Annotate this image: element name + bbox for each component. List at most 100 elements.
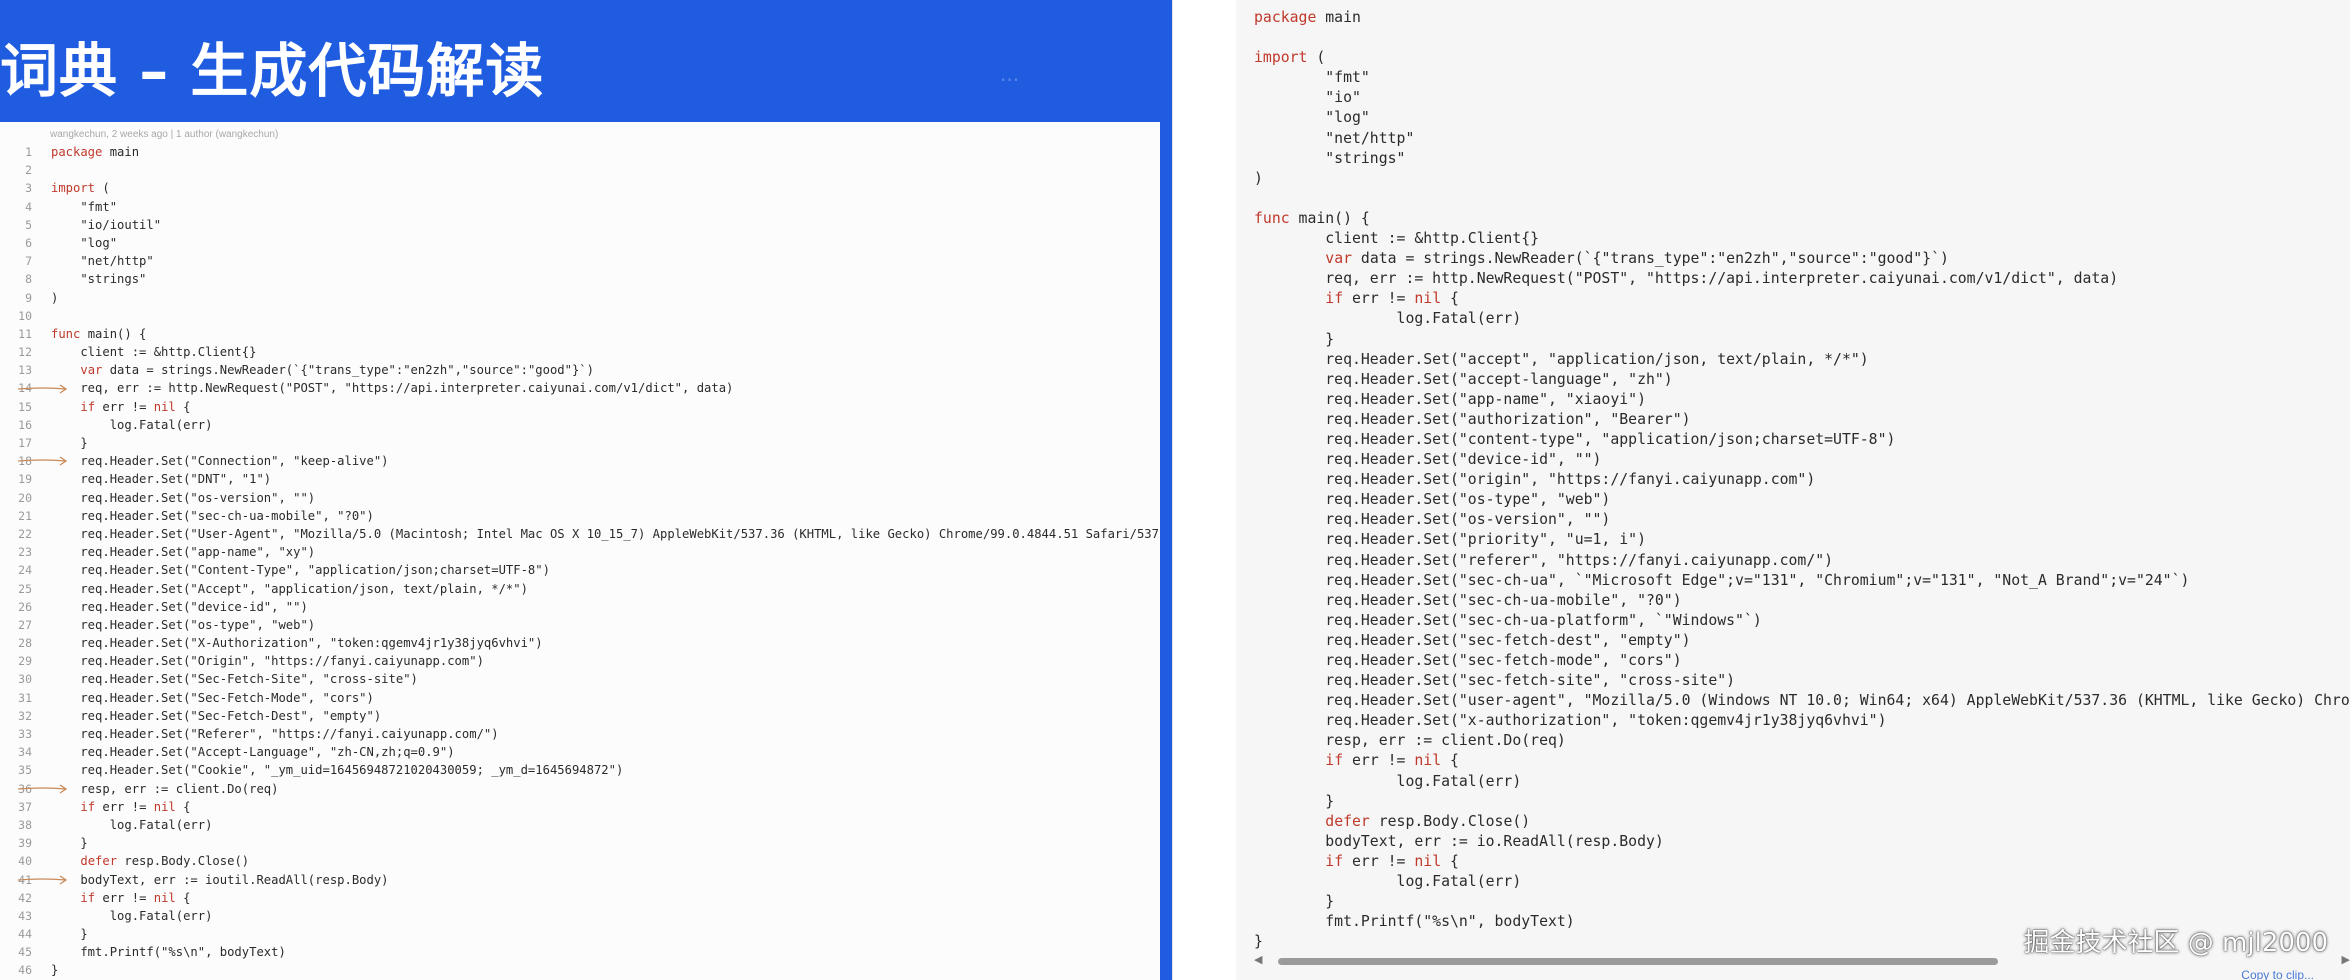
line-number: 38 bbox=[18, 817, 32, 832]
code-text: "fmt" bbox=[51, 199, 118, 214]
code-view-line: "io" bbox=[1254, 89, 1361, 107]
code-text: req.Header.Set("Referer", "https://fanyi… bbox=[51, 727, 499, 741]
slide-code-line: 4 "fmt" bbox=[0, 198, 1160, 216]
code-text: req.Header.Set("sec-ch-ua-mobile", "?0") bbox=[51, 508, 374, 523]
code-text: client := &http.Client{} bbox=[51, 345, 257, 360]
slide-code-line: 1 package main bbox=[0, 143, 1160, 161]
slide-code-line: 26 req.Header.Set("device-id", "") bbox=[0, 598, 1160, 616]
code-view-line: if err != nil { bbox=[1325, 852, 1459, 870]
slide-code-line: 3 import ( bbox=[0, 179, 1160, 197]
code-text: req.Header.Set("DNT", "1") bbox=[51, 472, 272, 487]
code-keyword: if bbox=[80, 890, 96, 905]
copy-link[interactable]: Copy to clip... bbox=[2241, 968, 2314, 980]
code-text: req.Header.Set("Accept-Language", "zh-CN… bbox=[51, 745, 455, 760]
slide-code-line: 6 "log" bbox=[0, 234, 1160, 252]
line-number: 6 bbox=[25, 235, 32, 250]
code-keyword: defer bbox=[80, 854, 118, 869]
git-blame-annotation: wangkechun, 2 weeks ago | 1 author (wang… bbox=[50, 129, 279, 140]
line-number: 45 bbox=[18, 945, 32, 960]
line-number: 11 bbox=[18, 326, 32, 341]
code-text: log.Fatal(err) bbox=[51, 817, 213, 832]
code-view-line: req.Header.Set("app-name", "xiaoyi") bbox=[1254, 390, 1646, 408]
code-view-line: client := &http.Client{} bbox=[1254, 230, 1540, 248]
line-number: 24 bbox=[18, 563, 32, 578]
code-text: } bbox=[51, 836, 88, 851]
slide-code-line: 27 req.Header.Set("os-type", "web") bbox=[0, 616, 1160, 634]
line-number: 37 bbox=[18, 799, 32, 814]
code-view-line: package main bbox=[1254, 9, 1361, 26]
code-keyword: if bbox=[1325, 852, 1344, 870]
code-text: import ( bbox=[51, 181, 110, 196]
code-keyword: nil bbox=[1414, 852, 1442, 870]
code-keyword: func bbox=[1254, 209, 1290, 227]
slide-code-line: 28 req.Header.Set("X-Authorization", "to… bbox=[0, 634, 1160, 652]
code-view-line: } bbox=[1254, 330, 1335, 348]
slide-code-line: 12 client := &http.Client{} bbox=[0, 343, 1160, 361]
code-text: req.Header.Set("X-Authorization", "token… bbox=[51, 636, 543, 651]
annotation-arrow-icon bbox=[18, 456, 68, 466]
annotation-arrow-icon bbox=[18, 384, 68, 394]
line-number: 19 bbox=[18, 472, 32, 487]
code-view-line: import ( bbox=[1254, 49, 1326, 67]
line-number: 9 bbox=[25, 290, 32, 305]
slide-code-line: 17 } bbox=[0, 434, 1160, 452]
slide-code-line: 22 req.Header.Set("User-Agent", "Mozilla… bbox=[0, 525, 1160, 543]
slide-code-line: 43 log.Fatal(err) bbox=[0, 907, 1160, 925]
scroll-left-icon[interactable]: ◀ bbox=[1254, 953, 1262, 966]
code-keyword: nil bbox=[1414, 752, 1442, 770]
code-keyword: import bbox=[1254, 49, 1308, 67]
code-text: func main() { bbox=[51, 326, 147, 341]
slide-code-line: 21 req.Header.Set("sec-ch-ua-mobile", "?… bbox=[0, 507, 1160, 525]
slide-code-line: 33 req.Header.Set("Referer", "https://fa… bbox=[0, 725, 1160, 743]
slide-title: 词典 – 生成代码解读 bbox=[0, 37, 545, 105]
code-view-panel: package main import ( "fmt" "io" "log" "… bbox=[1236, 0, 2350, 980]
code-view-line: if err != nil { bbox=[1325, 752, 1459, 770]
code-text: req.Header.Set("Origin", "https://fanyi.… bbox=[51, 654, 484, 669]
code-keyword: package bbox=[51, 145, 103, 159]
code-view-line: log.Fatal(err) bbox=[1254, 310, 1522, 328]
line-number: 4 bbox=[25, 199, 32, 214]
code-keyword: package bbox=[1254, 9, 1317, 26]
line-number: 32 bbox=[18, 708, 32, 723]
code-text: "strings" bbox=[51, 272, 147, 287]
slide-code-line: 37 if err != nil { bbox=[0, 798, 1160, 816]
code-text: req.Header.Set("Sec-Fetch-Dest", "empty"… bbox=[51, 708, 382, 723]
code-view-line: func main() { bbox=[1254, 209, 1370, 227]
code-text: req.Header.Set("Sec-Fetch-Site", "cross-… bbox=[51, 672, 418, 687]
code-view-line: req.Header.Set("sec-fetch-dest", "empty"… bbox=[1254, 631, 1691, 649]
line-number: 8 bbox=[25, 272, 32, 287]
line-number: 33 bbox=[18, 727, 32, 741]
slide-code-editor: wangkechun, 2 weeks ago | 1 author (wang… bbox=[0, 122, 1160, 980]
line-number: 16 bbox=[18, 417, 32, 432]
code-view-line: "strings" bbox=[1254, 149, 1406, 167]
line-number: 3 bbox=[25, 181, 32, 196]
code-view-line bbox=[1254, 189, 2350, 209]
line-number: 13 bbox=[18, 363, 32, 378]
code-view-line: req.Header.Set("os-version", "") bbox=[1254, 511, 1611, 529]
code-view-line: req.Header.Set("sec-fetch-mode", "cors") bbox=[1254, 652, 1682, 669]
code-text: } bbox=[51, 927, 88, 942]
slide-code-line: 31 req.Header.Set("Sec-Fetch-Mode", "cor… bbox=[0, 689, 1160, 707]
line-number: 27 bbox=[18, 617, 32, 632]
line-number: 5 bbox=[25, 217, 32, 232]
slide-code-line: 38 log.Fatal(err) bbox=[0, 816, 1160, 834]
code-text: log.Fatal(err) bbox=[51, 908, 213, 923]
code-text: req.Header.Set("User-Agent", "Mozilla/5.… bbox=[51, 526, 1160, 541]
code-view-line: } bbox=[1254, 792, 1335, 810]
slide-code-line: 14 req, err := http.NewRequest("POST", "… bbox=[0, 379, 1160, 397]
slide-code-line: 16 log.Fatal(err) bbox=[0, 416, 1160, 434]
line-number: 31 bbox=[18, 690, 32, 705]
scroll-right-icon[interactable]: ▶ bbox=[2342, 953, 2350, 966]
slide-code-line: 5 "io/ioutil" bbox=[0, 216, 1160, 234]
line-number: 2 bbox=[25, 163, 32, 178]
code-keyword: if bbox=[1325, 290, 1344, 308]
code-view-line: } bbox=[1254, 893, 1335, 911]
slide-code-line: 11 func main() { bbox=[0, 325, 1160, 343]
code-text: if err != nil { bbox=[80, 890, 191, 905]
slide-code-line: 39 } bbox=[0, 834, 1160, 852]
scrollbar-thumb[interactable] bbox=[1278, 958, 1998, 965]
line-number: 39 bbox=[18, 836, 32, 851]
code-text: } bbox=[51, 436, 88, 450]
code-view-line: var data = strings.NewReader(`{"trans_ty… bbox=[1325, 250, 1949, 268]
code-keyword: nil bbox=[153, 399, 176, 414]
